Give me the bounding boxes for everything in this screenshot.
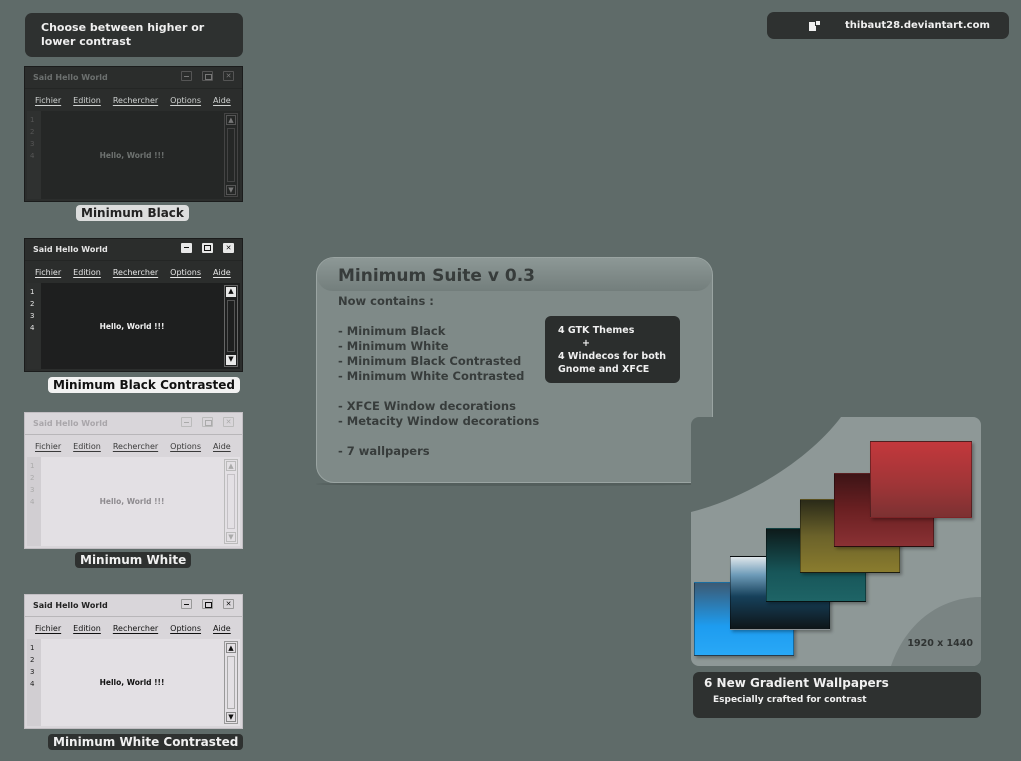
scrollbar[interactable]: ▲ ▼ [224, 113, 238, 197]
wallpaper-thumb-red [870, 441, 972, 518]
list-item: - Metacity Window decorations [338, 414, 540, 428]
window-minimum-white: Said Hello World ✕ Fichier Edition Reche… [24, 412, 243, 549]
close-icon[interactable]: ✕ [223, 243, 234, 253]
minimize-icon[interactable] [181, 417, 192, 427]
theme-label-minimum-black: Minimum Black [76, 205, 189, 221]
scroll-down-icon[interactable]: ▼ [226, 712, 236, 722]
wallpapers-info: 6 New Gradient Wallpapers Especially cra… [693, 672, 981, 718]
menu-rechercher[interactable]: Rechercher [113, 268, 158, 277]
minimize-icon[interactable] [181, 243, 192, 253]
list-item: - Minimum White [338, 339, 449, 353]
window-title: Said Hello World [33, 601, 108, 610]
menu-rechercher[interactable]: Rechercher [113, 624, 158, 633]
suite-subtitle: Now contains : [338, 294, 434, 308]
menu-edition[interactable]: Edition [73, 624, 101, 633]
line-gutter: 1234 [27, 639, 41, 726]
menu-options[interactable]: Options [170, 624, 201, 633]
scroll-up-icon[interactable]: ▲ [226, 115, 236, 125]
scroll-up-icon[interactable]: ▲ [226, 461, 236, 471]
line-gutter: 1234 [27, 283, 41, 369]
menu-options[interactable]: Options [170, 442, 201, 451]
close-icon[interactable]: ✕ [223, 417, 234, 427]
scrollbar[interactable]: ▲ ▼ [224, 285, 238, 367]
list-spacer [338, 429, 539, 444]
scroll-down-icon[interactable]: ▼ [226, 532, 236, 542]
menu-edition[interactable]: Edition [73, 442, 101, 451]
menu-fichier[interactable]: Fichier [35, 442, 61, 451]
scroll-down-icon[interactable]: ▼ [226, 185, 236, 195]
minimize-icon[interactable] [181, 71, 192, 81]
maximize-icon[interactable] [202, 417, 213, 427]
resolution-label: 1920 x 1440 [907, 638, 973, 649]
menu-aide[interactable]: Aide [213, 96, 231, 105]
maximize-icon[interactable] [202, 599, 213, 609]
menu-fichier[interactable]: Fichier [35, 624, 61, 633]
menu-options[interactable]: Options [170, 96, 201, 105]
window-minimum-black: Said Hello World ✕ Fichier Edition Reche… [24, 66, 243, 202]
suite-info-panel: Minimum Suite v 0.3 Now contains : - Min… [316, 257, 713, 483]
menu-aide[interactable]: Aide [213, 624, 231, 633]
wallpapers-title: 6 New Gradient Wallpapers [704, 676, 889, 690]
list-item: - Minimum Black Contrasted [338, 354, 522, 368]
scroll-up-icon[interactable]: ▲ [226, 287, 236, 297]
list-item: - 7 wallpapers [338, 444, 430, 458]
menu-edition[interactable]: Edition [73, 268, 101, 277]
wallpapers-preview: 1920 x 1440 [691, 417, 981, 666]
maximize-icon[interactable] [202, 71, 213, 81]
menu-aide[interactable]: Aide [213, 442, 231, 451]
menu-rechercher[interactable]: Rechercher [113, 442, 158, 451]
text-area[interactable]: Hello, World !!! [41, 111, 223, 199]
line-gutter: 1234 [27, 111, 41, 199]
menu-fichier[interactable]: Fichier [35, 96, 61, 105]
theme-label-minimum-white-contrasted: Minimum White Contrasted [48, 734, 244, 750]
text-area[interactable]: Hello, World !!! [41, 639, 223, 726]
gtk-themes-badge: 4 GTK Themes + 4 Windecos for both Gnome… [545, 316, 680, 383]
list-item: - Minimum Black [338, 324, 446, 338]
list-spacer [338, 384, 539, 399]
line-gutter: 1234 [27, 457, 41, 546]
menu-options[interactable]: Options [170, 268, 201, 277]
list-item: - Minimum White Contrasted [338, 369, 525, 383]
window-title: Said Hello World [33, 419, 108, 428]
window-title: Said Hello World [33, 245, 108, 254]
scrollbar[interactable]: ▲ ▼ [224, 459, 238, 544]
theme-label-minimum-black-contrasted: Minimum Black Contrasted [48, 377, 241, 393]
scroll-up-icon[interactable]: ▲ [226, 643, 236, 653]
contrast-caption: Choose between higher or lower contrast [25, 13, 243, 57]
close-icon[interactable]: ✕ [223, 599, 234, 609]
credit-badge[interactable]: thibaut28.deviantart.com [767, 12, 1009, 39]
scrollbar[interactable]: ▲ ▼ [224, 641, 238, 724]
menu-edition[interactable]: Edition [73, 96, 101, 105]
text-area[interactable]: Hello, World !!! [41, 283, 223, 369]
menu-rechercher[interactable]: Rechercher [113, 96, 158, 105]
menu-fichier[interactable]: Fichier [35, 268, 61, 277]
suite-title: Minimum Suite v 0.3 [338, 266, 535, 286]
list-item: - XFCE Window decorations [338, 399, 516, 413]
suite-contents-list: - Minimum Black - Minimum White - Minimu… [338, 324, 539, 459]
wallpapers-subtitle: Especially crafted for contrast [713, 695, 867, 705]
minimize-icon[interactable] [181, 599, 192, 609]
window-minimum-white-contrasted: Said Hello World ✕ Fichier Edition Reche… [24, 594, 243, 729]
window-minimum-black-contrasted: Said Hello World ✕ Fichier Edition Reche… [24, 238, 243, 372]
close-icon[interactable]: ✕ [223, 71, 234, 81]
page-icon [809, 19, 821, 32]
credit-text: thibaut28.deviantart.com [845, 20, 990, 31]
menu-aide[interactable]: Aide [213, 268, 231, 277]
scroll-down-icon[interactable]: ▼ [226, 355, 236, 365]
maximize-icon[interactable] [202, 243, 213, 253]
window-title: Said Hello World [33, 73, 108, 82]
theme-label-minimum-white: Minimum White [75, 552, 192, 568]
text-area[interactable]: Hello, World !!! [41, 457, 223, 546]
